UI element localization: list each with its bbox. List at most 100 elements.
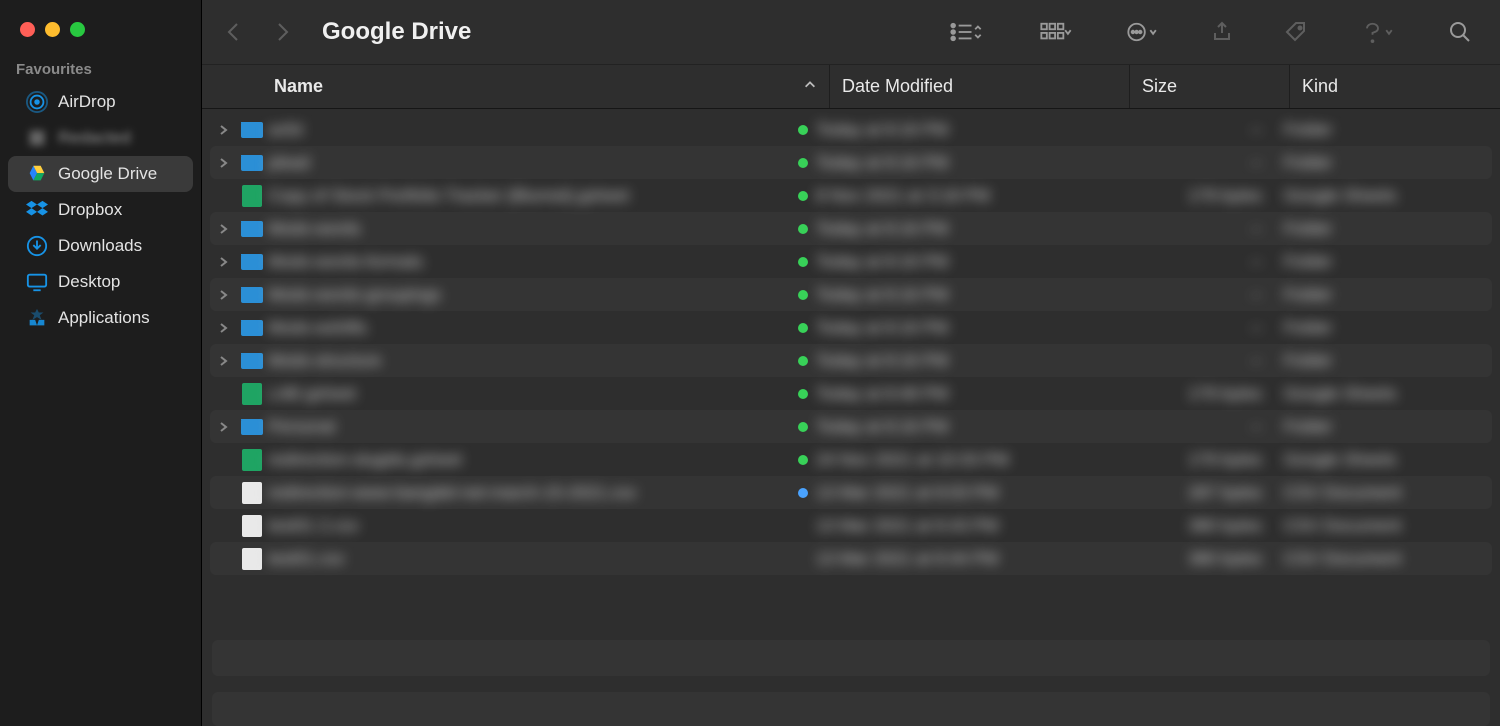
column-header-date[interactable]: Date Modified [830, 65, 1130, 108]
close-window-button[interactable] [20, 22, 35, 37]
table-row[interactable]: Mods-wshiftsToday at 8:16 PM--Folder [210, 311, 1492, 344]
table-row[interactable]: Mods-words-groupingsToday at 8:16 PM--Fo… [210, 278, 1492, 311]
tags-button[interactable] [1274, 12, 1318, 52]
file-list[interactable]: axfslToday at 8:16 PM--FolderpleadToday … [202, 109, 1500, 630]
table-row[interactable]: Copy of Stock Portfolio Tracker (Blurred… [210, 179, 1492, 212]
file-date: 24 Nov 2021 at 10:33 PM [816, 450, 1116, 470]
path-bar[interactable] [212, 640, 1490, 676]
folder-icon [236, 353, 268, 369]
file-date: Today at 8:16 PM [816, 285, 1116, 305]
file-name: test01 2.csv [268, 516, 790, 536]
sidebar-item-label: Dropbox [58, 200, 122, 220]
table-row[interactable]: pleadToday at 8:16 PM--Folder [210, 146, 1492, 179]
folder-icon [236, 221, 268, 237]
disclosure-triangle[interactable] [210, 285, 236, 305]
file-size: -- [1116, 120, 1276, 140]
file-size: 179 bytes [1116, 450, 1276, 470]
file-size: -- [1116, 318, 1276, 338]
finder-window: Favourites AirDrop Redacted Google Drive… [0, 0, 1500, 726]
path-bar-area [202, 630, 1500, 726]
table-row[interactable]: Mods-structureToday at 8:16 PM--Folder [210, 344, 1492, 377]
doc-icon [236, 482, 268, 504]
folder-icon [236, 419, 268, 435]
file-kind: Folder [1276, 351, 1486, 371]
column-header-kind[interactable]: Kind [1290, 65, 1500, 108]
search-button[interactable] [1438, 12, 1482, 52]
sidebar-heading-favourites: Favourites [0, 59, 201, 84]
sidebar-item-dropbox[interactable]: Dropbox [8, 192, 193, 228]
disclosure-triangle[interactable] [210, 318, 236, 338]
file-size: 380 bytes [1116, 549, 1276, 569]
disclosure-triangle[interactable] [210, 252, 236, 272]
file-name: axfsl [268, 120, 790, 140]
desktop-icon [26, 271, 48, 293]
file-date: Today at 8:16 PM [816, 252, 1116, 272]
table-row[interactable]: Mods-words-formatsToday at 8:16 PM--Fold… [210, 245, 1492, 278]
file-date: 13 Mar 2021 at 6:03 PM [816, 483, 1116, 503]
table-row[interactable]: test01 2.csv13 Mar 2021 at 6:43 PM380 by… [210, 509, 1492, 542]
file-size: 380 bytes [1116, 516, 1276, 536]
disclosure-triangle[interactable] [210, 153, 236, 173]
disclosure-triangle[interactable] [210, 351, 236, 371]
disclosure-triangle[interactable] [210, 219, 236, 239]
table-row[interactable]: redirection-www-bangdel-net-march-15-202… [210, 476, 1492, 509]
file-name: redirection-slugids.gsheet [268, 450, 790, 470]
file-date: 13 Mar 2021 at 6:44 PM [816, 549, 1116, 569]
back-button[interactable] [212, 12, 256, 52]
sheet-icon [236, 185, 268, 207]
file-name: Mods-wshifts [268, 318, 790, 338]
sync-status-icon [790, 257, 816, 267]
file-date: Today at 8:16 PM [816, 120, 1116, 140]
table-row[interactable]: axfsl Today at 8:16 PM--Folder [210, 113, 1492, 146]
sync-status-icon [790, 422, 816, 432]
sync-status-icon [790, 290, 816, 300]
action-menu-button[interactable] [1116, 12, 1170, 52]
sidebar-item-downloads[interactable]: Downloads [8, 228, 193, 264]
sidebar-item-airdrop[interactable]: AirDrop [8, 84, 193, 120]
table-row[interactable]: LAB gsheetToday at 8:48 PM179 bytesGoogl… [210, 377, 1492, 410]
column-header-size[interactable]: Size [1130, 65, 1290, 108]
sync-status-icon [790, 488, 816, 498]
file-kind: Google Sheets [1276, 186, 1486, 206]
file-name: LAB gsheet [268, 384, 790, 404]
dropbox-icon [26, 199, 48, 221]
table-row[interactable]: Mods-wordsToday at 8:16 PM--Folder [210, 212, 1492, 245]
downloads-icon [26, 235, 48, 257]
sidebar-item-label: Applications [58, 308, 150, 328]
file-size: -- [1116, 285, 1276, 305]
table-row[interactable]: test01.csv13 Mar 2021 at 6:44 PM380 byte… [210, 542, 1492, 575]
window-controls [0, 10, 201, 59]
window-title: Google Drive [322, 18, 471, 46]
table-row[interactable]: PersonalToday at 8:16 PM--Folder [210, 410, 1492, 443]
minimize-window-button[interactable] [45, 22, 60, 37]
sidebar-item-google-drive[interactable]: Google Drive [8, 156, 193, 192]
sidebar-item-label: AirDrop [58, 92, 116, 112]
sidebar: Favourites AirDrop Redacted Google Drive… [0, 0, 202, 726]
column-header-name[interactable]: Name [202, 65, 830, 108]
file-kind: Folder [1276, 120, 1486, 140]
view-list-button[interactable] [936, 12, 996, 52]
sidebar-item-redacted[interactable]: Redacted [8, 120, 193, 156]
disclosure-triangle[interactable] [210, 120, 236, 140]
forward-button[interactable] [260, 12, 304, 52]
help-menu-button[interactable] [1348, 12, 1408, 52]
file-name: redirection-www-bangdel-net-march-15-202… [268, 483, 790, 503]
file-kind: CSV Document [1276, 549, 1486, 569]
sync-status-icon [790, 158, 816, 168]
folder-icon [236, 287, 268, 303]
zoom-window-button[interactable] [70, 22, 85, 37]
file-name: Mods-structure [268, 351, 790, 371]
file-kind: Folder [1276, 417, 1486, 437]
sidebar-item-applications[interactable]: Applications [8, 300, 193, 336]
sidebar-item-desktop[interactable]: Desktop [8, 264, 193, 300]
folder-icon [236, 155, 268, 171]
table-row[interactable]: redirection-slugids.gsheet 24 Nov 2021 at… [210, 443, 1492, 476]
file-kind: Google Sheets [1276, 384, 1486, 404]
folder-icon [236, 122, 268, 138]
file-date: Today at 8:16 PM [816, 318, 1116, 338]
file-kind: Folder [1276, 219, 1486, 239]
group-by-button[interactable] [1026, 12, 1086, 52]
folder-icon [236, 254, 268, 270]
share-button[interactable] [1200, 12, 1244, 52]
disclosure-triangle[interactable] [210, 417, 236, 437]
